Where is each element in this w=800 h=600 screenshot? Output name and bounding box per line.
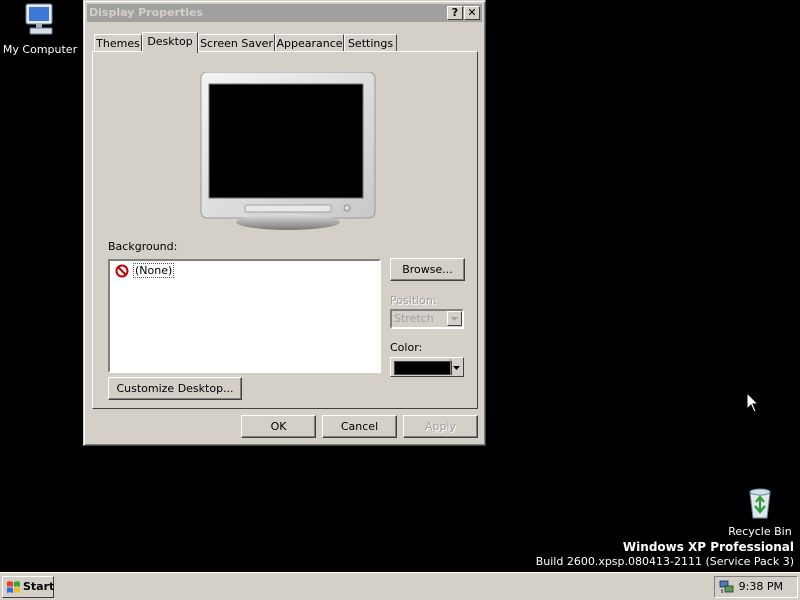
position-value: Stretch (394, 312, 434, 325)
system-tray: 9:38 PM (714, 576, 798, 598)
help-button[interactable]: ? (447, 6, 463, 20)
color-picker-button[interactable] (390, 357, 464, 377)
network-icon[interactable] (719, 580, 735, 594)
ok-button-label: OK (270, 420, 287, 433)
tab-settings[interactable]: Settings (344, 34, 397, 52)
customize-desktop-label: Customize Desktop... (116, 382, 234, 395)
tab-screen-saver[interactable]: Screen Saver (198, 34, 275, 52)
color-label: Color: (390, 341, 423, 354)
monitor-preview (200, 72, 376, 230)
desktop-tab-panel: Background: (None) Browse... Position: S… (92, 51, 478, 409)
tab-appearance-label: Appearance (276, 37, 343, 50)
recycle-bin-label: Recycle Bin (728, 525, 792, 538)
tab-desktop-label: Desktop (147, 35, 193, 48)
chevron-down-icon (447, 311, 462, 326)
cancel-button-label: Cancel (340, 420, 379, 433)
position-label: Position: (390, 294, 437, 307)
close-icon: ✕ (467, 6, 477, 19)
list-item[interactable]: (None) (113, 263, 175, 279)
background-label: Background: (108, 240, 178, 253)
my-computer-icon (25, 3, 53, 35)
my-computer-label: My Computer (2, 43, 78, 56)
help-icon: ? (451, 6, 459, 19)
mouse-cursor-icon (746, 392, 760, 413)
start-label: Start (23, 580, 55, 593)
color-swatch (394, 361, 452, 375)
tab-screen-saver-label: Screen Saver (200, 37, 273, 50)
os-edition-text: Windows XP Professional (622, 540, 794, 554)
start-button[interactable]: Start (2, 576, 54, 598)
my-computer-shortcut[interactable]: My Computer (0, 2, 80, 56)
dialog-titlebar[interactable]: Display Properties ? ✕ (87, 4, 482, 22)
cancel-button[interactable]: Cancel (322, 415, 397, 438)
recycle-bin-icon (749, 488, 771, 519)
tab-themes-label: Themes (96, 37, 140, 50)
display-properties-dialog: Display Properties ? ✕ Themes Desktop Sc… (83, 0, 486, 446)
list-item-label: (None) (133, 263, 175, 278)
tab-appearance[interactable]: Appearance (275, 34, 344, 52)
no-symbol-icon (115, 264, 129, 278)
apply-button[interactable]: Apply (403, 415, 478, 438)
clock[interactable]: 9:38 PM (739, 577, 783, 597)
tab-settings-label: Settings (347, 37, 394, 50)
os-build-watermark: Windows XP Professional Build 2600.xpsp.… (536, 540, 794, 568)
apply-button-label: Apply (424, 420, 457, 433)
browse-button[interactable]: Browse... (390, 258, 465, 281)
windows-logo-icon (7, 581, 20, 593)
browse-button-label: Browse... (402, 263, 453, 276)
customize-desktop-button[interactable]: Customize Desktop... (108, 377, 242, 400)
background-list[interactable]: (None) (108, 259, 381, 373)
dialog-title: Display Properties (89, 6, 204, 19)
close-button[interactable]: ✕ (464, 6, 480, 20)
tab-desktop[interactable]: Desktop (142, 32, 198, 53)
chevron-down-icon (450, 359, 462, 375)
ok-button[interactable]: OK (241, 415, 316, 438)
tab-themes[interactable]: Themes (94, 34, 142, 52)
recycle-bin-shortcut[interactable]: Recycle Bin (720, 486, 800, 538)
os-build-text: Build 2600.xpsp.080413-2111 (Service Pac… (535, 555, 794, 568)
taskbar: Start 9:38 PM (0, 572, 800, 600)
position-select[interactable]: Stretch (390, 309, 464, 329)
